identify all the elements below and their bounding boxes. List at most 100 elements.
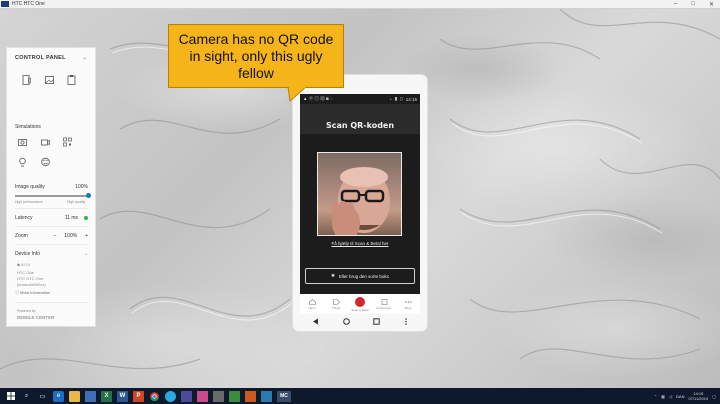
nav-item-offers[interactable]: Tilbud xyxy=(324,294,348,314)
clipboard-icon[interactable] xyxy=(67,75,76,85)
tag-icon xyxy=(332,298,340,305)
image-quality-label: Image quality xyxy=(15,184,45,190)
latency-value: 11 ms xyxy=(64,215,78,221)
home-icon xyxy=(308,298,316,305)
network-tray-icon[interactable]: ▦ xyxy=(661,394,665,399)
search-icon[interactable]: ⌕ xyxy=(21,391,32,402)
app-bottom-nav: Hjem Tilbud Scan & Betal Kvitteringer Me… xyxy=(300,294,420,314)
explorer-icon[interactable] xyxy=(69,390,80,402)
latency-status-dot xyxy=(84,216,88,220)
browser-icon[interactable]: e xyxy=(53,390,64,402)
nav-item-scan-pay[interactable]: Scan & Betal xyxy=(348,294,372,314)
windows-logo-icon xyxy=(6,392,15,400)
nav-item-home[interactable]: Hjem xyxy=(300,294,324,314)
device-info-chevron-icon[interactable]: ⌄ xyxy=(84,251,88,257)
task-view-icon[interactable]: ▭ xyxy=(37,391,48,402)
chrome-icon[interactable] xyxy=(149,391,160,402)
divider xyxy=(15,302,88,303)
image-quality-slider[interactable] xyxy=(15,193,91,198)
menu-dots-icon[interactable] xyxy=(404,317,408,325)
zoom-value: 100% xyxy=(64,233,78,239)
clock-date: 07/11/2019 xyxy=(688,396,709,401)
qr-code-icon[interactable] xyxy=(63,137,72,147)
callout-pointer xyxy=(287,87,307,102)
screen-title: Scan QR-koden xyxy=(300,104,420,134)
control-panel-title: CONTROL PANEL xyxy=(15,55,66,61)
zoom-in-button[interactable]: + xyxy=(85,233,88,239)
camera-viewfinder xyxy=(317,152,402,236)
receipt-icon xyxy=(381,298,387,305)
more-information-link[interactable]: ⓘ More information xyxy=(15,290,50,296)
status-bar: ▲ ⓝ ◎ ▦ ◙ ◌ ◔ ▮ ▯ 14:15 xyxy=(300,94,420,104)
word-icon[interactable]: W xyxy=(117,390,128,402)
volume-icon[interactable]: ◁ xyxy=(669,394,672,399)
android-version: ◆ 8.0.0 xyxy=(17,262,31,267)
app-logo xyxy=(1,1,9,7)
video-icon[interactable] xyxy=(41,137,50,147)
info-icon: ⓘ xyxy=(15,290,19,295)
image-quality-slider-knob[interactable] xyxy=(86,193,91,198)
app-icon-4[interactable] xyxy=(213,390,224,402)
device-info-row[interactable]: Device Info ⌄ xyxy=(15,251,88,257)
divider xyxy=(15,208,88,209)
latency-label: Latency xyxy=(15,215,33,221)
recent-apps-icon[interactable] xyxy=(373,317,381,325)
camera-icon[interactable] xyxy=(18,137,27,147)
network-icon[interactable] xyxy=(41,157,50,167)
device-icon[interactable] xyxy=(22,75,31,85)
tray-chevron-icon[interactable]: ⌃ xyxy=(654,394,657,399)
notifications-icon[interactable]: ▢ xyxy=(712,394,716,399)
black-box-button-label: Eller brug den sorte boks xyxy=(338,273,389,279)
help-link[interactable]: Få hjælp til Scan & Betal her xyxy=(300,241,420,246)
latency-row: Latency 11 ms xyxy=(15,215,88,221)
signal-icon: ▮ xyxy=(394,96,398,101)
window-title: HTC HTC One xyxy=(12,1,45,7)
app-icon-1[interactable] xyxy=(165,390,176,402)
powered-by-label: Powered by xyxy=(17,309,36,313)
nav-item-receipts[interactable]: Kvitteringer xyxy=(372,294,396,314)
image-quality-row: Image quality 100% xyxy=(15,184,88,190)
app-icon-7[interactable] xyxy=(261,390,272,402)
more-icon xyxy=(404,300,412,303)
device-serial: (emmc##000xx) xyxy=(17,282,46,287)
simulations-label: Simulations xyxy=(15,124,41,130)
chrome-logo-icon xyxy=(150,391,159,401)
window-titlebar: HTC HTC One – □ ✕ xyxy=(0,0,720,9)
app-icon-3[interactable] xyxy=(197,390,208,402)
android-icon: ◆ xyxy=(17,262,21,267)
control-panel: CONTROL PANEL ⌄ Simulations Image qualit… xyxy=(6,47,96,327)
device-info-label: Device Info xyxy=(15,251,41,257)
device-model: HTC One xyxy=(17,270,34,275)
excel-icon[interactable]: X xyxy=(101,390,112,402)
image-icon[interactable] xyxy=(45,75,54,85)
maximize-button[interactable]: □ xyxy=(691,1,695,8)
start-button[interactable] xyxy=(5,391,16,402)
battery-icon: ▯ xyxy=(400,96,403,101)
zoom-row: Zoom – 100% + xyxy=(15,233,88,239)
collapse-chevron-icon[interactable]: ⌄ xyxy=(82,54,87,61)
image-quality-value: 100% xyxy=(75,184,88,190)
location-icon[interactable] xyxy=(18,157,27,167)
divider xyxy=(15,226,88,227)
mobile-center-taskbar-icon[interactable]: MC xyxy=(277,390,291,402)
clock[interactable]: 14:15 07/11/2019 xyxy=(688,391,708,401)
app-icon-5[interactable] xyxy=(229,390,240,402)
app-icon-2[interactable] xyxy=(181,390,192,402)
bluetooth-icon: ✱ xyxy=(331,273,335,278)
back-icon[interactable] xyxy=(312,318,319,325)
language-indicator[interactable]: DAN xyxy=(676,394,684,399)
nav-item-more[interactable]: Mere xyxy=(396,294,420,314)
app-icon-6[interactable] xyxy=(245,390,256,402)
scan-icon xyxy=(355,296,365,307)
divider xyxy=(15,244,88,245)
powerpoint-icon[interactable]: P xyxy=(133,390,144,402)
store-icon[interactable] xyxy=(85,390,96,402)
android-navigation-bar xyxy=(300,314,420,328)
mobile-center-brand: MOBILE CENTER xyxy=(17,315,55,320)
windows-taskbar: ⌕ ▭ e X W P MC ⌃ ▦ ◁ DAN 14:15 07/11/201… xyxy=(0,388,720,404)
black-box-button[interactable]: ✱ Eller brug den sorte boks xyxy=(305,268,415,284)
close-button[interactable]: ✕ xyxy=(709,1,714,8)
minimize-button[interactable]: – xyxy=(674,1,677,8)
zoom-out-button[interactable]: – xyxy=(54,233,57,239)
home-button-icon[interactable] xyxy=(342,317,350,325)
